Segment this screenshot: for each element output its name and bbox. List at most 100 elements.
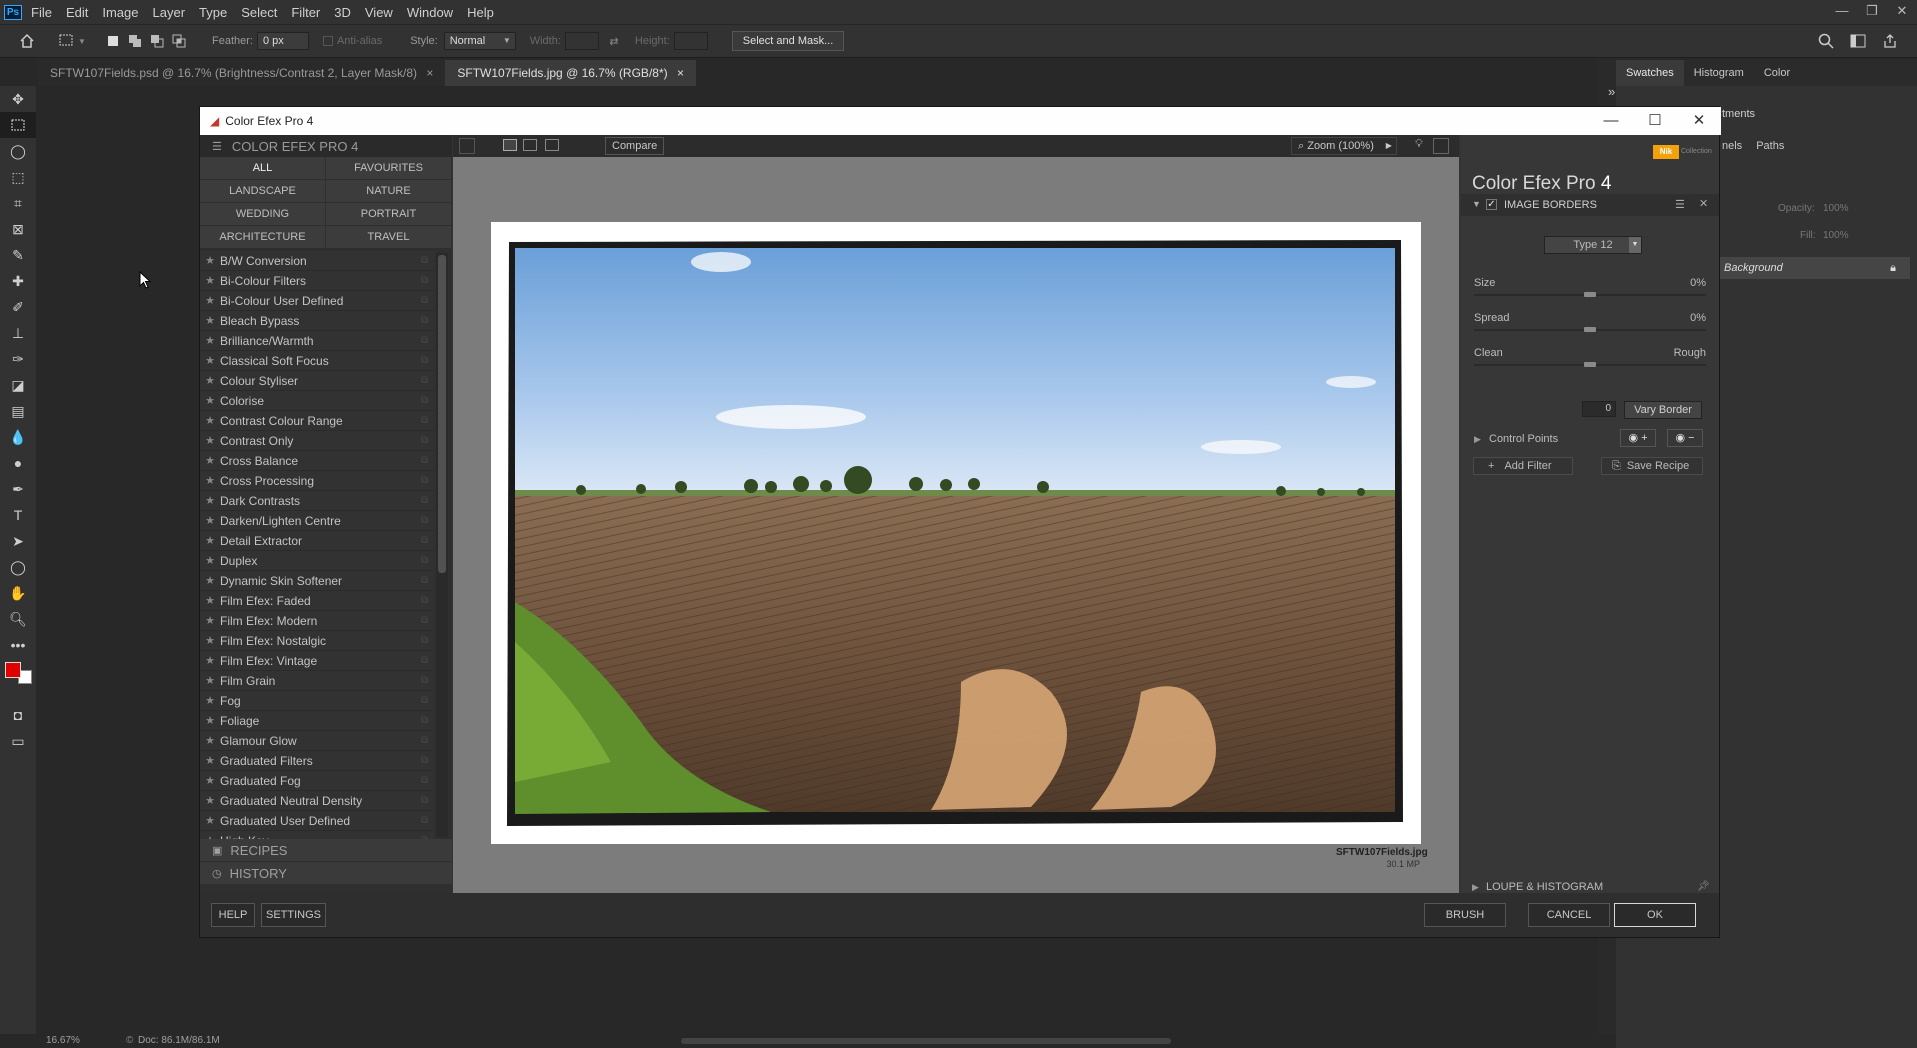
favourite-star-icon[interactable]: ★ (200, 674, 220, 687)
favourite-star-icon[interactable]: ★ (200, 474, 220, 487)
hand-tool-icon[interactable]: ✋ (0, 580, 36, 606)
move-tool-icon[interactable]: ✥ (0, 86, 36, 112)
close-icon[interactable]: × (677, 66, 684, 80)
background-toggle-icon[interactable]: 💡︎ (1411, 138, 1427, 154)
favourite-star-icon[interactable]: ★ (200, 314, 220, 327)
favourite-star-icon[interactable]: ★ (200, 394, 220, 407)
gradient-tool-icon[interactable]: ▤ (0, 398, 36, 424)
history-brush-tool-icon[interactable]: ✑ (0, 346, 36, 372)
category-favourites[interactable]: FAVOURITES (326, 157, 451, 179)
single-view-icon[interactable] (503, 139, 517, 151)
favourite-star-icon[interactable]: ★ (200, 414, 220, 427)
filter-preset-icon[interactable]: ⧉ (421, 515, 428, 526)
filter-preset-icon[interactable]: ⧉ (421, 355, 428, 366)
quick-select-tool-icon[interactable]: ⬚ (0, 164, 36, 190)
dodge-tool-icon[interactable]: ● (0, 450, 36, 476)
filter-list-scrollbar[interactable] (436, 253, 448, 837)
filter-item[interactable]: ★ Dynamic Skin Softener ⧉ (200, 571, 434, 591)
subtract-selection-icon[interactable] (146, 30, 168, 52)
size-slider-thumb[interactable] (1584, 292, 1596, 297)
favourite-star-icon[interactable]: ★ (200, 514, 220, 527)
zoom-select[interactable]: ⌕ Zoom (100%) ▶ (1291, 137, 1397, 155)
healing-brush-tool-icon[interactable]: ✚ (0, 268, 36, 294)
tab-channels[interactable]: nels (1722, 140, 1742, 152)
preview-image[interactable] (491, 222, 1421, 844)
filter-preset-icon[interactable]: ⧉ (421, 675, 428, 686)
fill-value[interactable]: 100% (1823, 230, 1849, 241)
filter-item[interactable]: ★ Bi-Colour User Defined ⧉ (200, 291, 434, 311)
save-recipe-button[interactable]: ⎘ Save Recipe (1601, 457, 1703, 475)
lasso-tool-icon[interactable]: ◯ (0, 138, 36, 164)
filter-preset-icon[interactable]: ⧉ (421, 495, 428, 506)
more-tools-icon[interactable]: ••• (0, 632, 36, 658)
filter-item[interactable]: ★ B/W Conversion ⧉ (200, 251, 434, 271)
close-icon[interactable]: × (426, 66, 433, 80)
remove-control-point-button[interactable]: ◉ − (1667, 429, 1703, 447)
menu-layer[interactable]: Layer (146, 5, 193, 20)
filter-item[interactable]: ★ Film Efex: Modern ⧉ (200, 611, 434, 631)
filter-item[interactable]: ★High Key⧉ (200, 831, 434, 839)
filter-item[interactable]: ★ Glamour Glow ⧉ (200, 731, 434, 751)
quick-mask-icon[interactable]: ◘ (0, 702, 36, 728)
eraser-tool-icon[interactable]: ◪ (0, 372, 36, 398)
filter-preset-icon[interactable]: ⧉ (421, 315, 428, 326)
border-type-select[interactable]: Type 12 ▼ (1544, 236, 1642, 254)
category-architecture[interactable]: ARCHITECTURE (200, 226, 325, 248)
filter-preset-icon[interactable]: ⧉ (421, 435, 428, 446)
favourite-star-icon[interactable]: ★ (200, 554, 220, 567)
category-all[interactable]: ALL (200, 157, 325, 179)
filter-item[interactable]: ★ Film Grain ⧉ (200, 671, 434, 691)
filter-item[interactable]: ★ Film Efex: Vintage ⧉ (200, 651, 434, 671)
favourite-star-icon[interactable]: ★ (200, 794, 220, 807)
filter-item[interactable]: ★ Cross Processing ⧉ (200, 471, 434, 491)
dialog-close-button[interactable]: ✕ (1677, 107, 1721, 135)
category-nature[interactable]: NATURE (326, 180, 451, 202)
cancel-button[interactable]: CANCEL (1528, 903, 1610, 927)
settings-button[interactable]: SETTINGS (261, 903, 326, 927)
favourite-star-icon[interactable]: ★ (200, 434, 220, 447)
category-portrait[interactable]: PORTRAIT (326, 203, 451, 225)
filter-preset-icon[interactable]: ⧉ (421, 455, 428, 466)
swap-icon[interactable]: ⇄ (603, 30, 625, 52)
preview-area[interactable]: SFTW107Fields.jpg 30.1 MP (453, 157, 1459, 893)
filter-preset-icon[interactable]: ⧉ (421, 555, 428, 566)
filter-item[interactable]: ★ Bi-Colour Filters ⧉ (200, 271, 434, 291)
favourite-star-icon[interactable]: ★ (200, 254, 220, 267)
filter-item[interactable]: ★ Graduated Neutral Density ⧉ (200, 791, 434, 811)
filter-preset-icon[interactable]: ⧉ (421, 815, 428, 826)
menu-image[interactable]: Image (95, 5, 145, 20)
filter-preset-icon[interactable]: ⧉ (421, 295, 428, 306)
spread-slider-thumb[interactable] (1584, 327, 1596, 332)
filter-item[interactable]: ★ Foliage ⧉ (200, 711, 434, 731)
tab-swatches[interactable]: Swatches (1616, 60, 1684, 86)
favourite-star-icon[interactable]: ★ (200, 714, 220, 727)
favourite-star-icon[interactable]: ★ (200, 774, 220, 787)
expand-right-icon[interactable]: ▶ (1474, 434, 1481, 445)
filter-item[interactable]: ★ Classical Soft Focus ⧉ (200, 351, 434, 371)
filter-preset-icon[interactable]: ⧉ (421, 755, 428, 766)
antialias-checkbox[interactable] (322, 36, 333, 46)
vary-border-button[interactable]: Vary Border (1624, 401, 1702, 419)
filter-enable-checkbox[interactable]: ✓ (1486, 199, 1497, 210)
favourite-star-icon[interactable]: ★ (200, 374, 220, 387)
filter-preset-icon[interactable]: ⧉ (421, 255, 428, 266)
favourite-star-icon[interactable]: ★ (200, 614, 220, 627)
favourite-star-icon[interactable]: ★ (200, 334, 220, 347)
filter-item[interactable]: ★ Bleach Bypass ⧉ (200, 311, 434, 331)
restore-button[interactable]: ❐ (1857, 0, 1887, 24)
filter-preset-icon[interactable]: ⧉ (421, 415, 428, 426)
filter-preset-icon[interactable]: ⧉ (421, 535, 428, 546)
ellipse-tool-icon[interactable]: ◯ (0, 554, 36, 580)
tab-histogram[interactable]: Histogram (1684, 67, 1754, 79)
category-wedding[interactable]: WEDDING (200, 203, 325, 225)
opacity-value[interactable]: 100% (1823, 203, 1849, 214)
filter-preset-icon[interactable]: ⧉ (421, 275, 428, 286)
help-button[interactable]: HELP (211, 903, 255, 927)
stamp-tool-icon[interactable]: ⊥ (0, 320, 36, 346)
menu-3d[interactable]: 3D (327, 5, 358, 20)
favourite-star-icon[interactable]: ★ (200, 634, 220, 647)
favourite-star-icon[interactable]: ★ (200, 654, 220, 667)
tab-paths[interactable]: Paths (1756, 140, 1784, 152)
home-icon[interactable] (16, 30, 38, 52)
split-view-icon[interactable] (523, 139, 537, 151)
